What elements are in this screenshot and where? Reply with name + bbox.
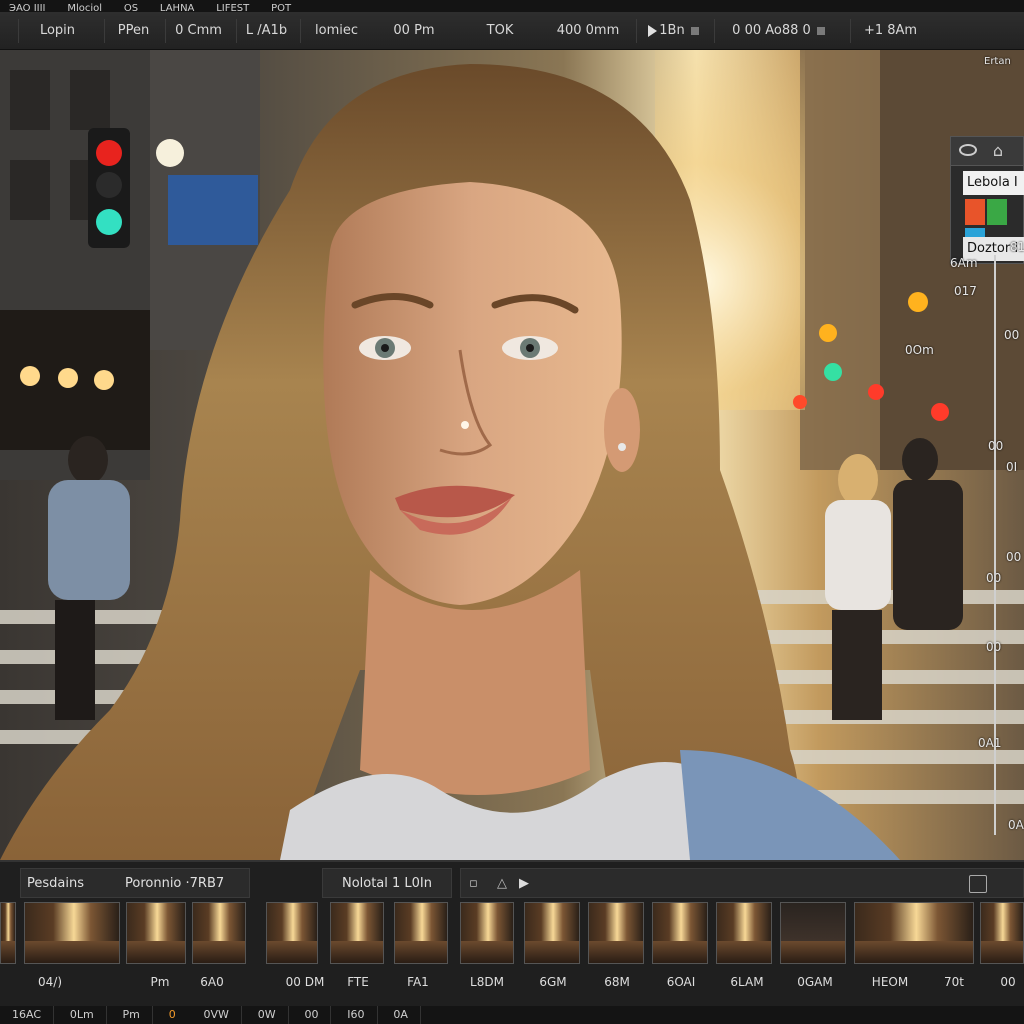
menu-item-5[interactable]: LIFEST <box>207 4 258 13</box>
thumb-label: HEOM <box>871 975 909 989</box>
filmstrip-controls: ▫ △ ▶ <box>460 868 1024 898</box>
triangle-icon[interactable]: △ <box>497 869 507 899</box>
thumb-label: 04/) <box>38 975 62 989</box>
play-icon[interactable]: ▶ <box>519 869 529 899</box>
swatch-green[interactable] <box>987 199 1007 225</box>
play-button[interactable]: 1Bn <box>636 19 710 43</box>
menu-item-4[interactable]: LAHNA <box>151 4 203 13</box>
tab-nolotal[interactable]: Nolotal 1 L0In <box>322 868 452 898</box>
swatch-orange[interactable] <box>965 199 985 225</box>
ruler-line[interactable] <box>994 255 996 835</box>
preset-button[interactable]: PPen <box>104 19 162 43</box>
thumbnail[interactable] <box>652 902 708 964</box>
thumb-label: 6GM <box>539 975 567 989</box>
thumbnail[interactable] <box>266 902 318 964</box>
thumbnail[interactable] <box>192 902 246 964</box>
expand-icon[interactable]: ▫ <box>469 869 478 899</box>
status-item[interactable]: 00 <box>292 1006 332 1024</box>
thumbnail[interactable] <box>588 902 644 964</box>
tab-poronnio[interactable]: Poronnio ·7RB7 <box>125 869 224 899</box>
thumbnail[interactable] <box>460 902 514 964</box>
thumbnail[interactable] <box>780 902 846 964</box>
thumb-label: 0GAM <box>797 975 833 989</box>
toolbar: Lopin PPen 0 Cmm L /A1b lomiec 00 Pm TOK… <box>0 12 1024 50</box>
thumb-label: 6LAM <box>730 975 764 989</box>
focal-field[interactable]: 400 0mm <box>544 19 632 43</box>
menu-item-2[interactable]: Mlociol <box>58 4 111 13</box>
filmstrip-panel: Pesdains Poronnio ·7RB7 Nolotal 1 L0In ▫… <box>0 860 1024 1006</box>
tab-pesdains[interactable]: Pesdains <box>27 869 84 899</box>
photo-illustration <box>0 50 1024 860</box>
menu-item-3[interactable]: OS <box>115 4 147 13</box>
thumb-label: 6OAI <box>666 975 696 989</box>
ok-button[interactable]: TOK <box>460 19 540 43</box>
thumb-label: 6A0 <box>200 975 224 989</box>
thumbnail[interactable] <box>394 902 448 964</box>
status-item[interactable]: 0Lm <box>58 1006 107 1024</box>
value-field-4[interactable]: 0 00 Ao88 0 <box>714 19 842 43</box>
login-button[interactable]: Lopin <box>18 19 96 43</box>
status-item[interactable]: Pm <box>111 1006 153 1024</box>
eye-icon[interactable] <box>959 144 977 156</box>
menu-bar: ЭAO IIII Mlociol OS LAHNA LIFEST POT <box>0 0 1024 12</box>
thumb-label: FA1 <box>407 975 429 989</box>
thumbnail[interactable] <box>24 902 120 964</box>
thumbnail[interactable] <box>0 902 16 964</box>
thumbnail[interactable] <box>524 902 580 964</box>
value-field-4-label: 0 00 Ao88 0 <box>732 23 811 38</box>
thumb-label: 00 <box>1000 975 1016 989</box>
play-icon <box>648 24 658 37</box>
ruler-side-3: 0I <box>1006 460 1018 474</box>
thumb-label: 70t <box>944 975 964 989</box>
thumbnail[interactable] <box>716 902 772 964</box>
thumbnail-selected[interactable] <box>854 902 974 964</box>
status-item[interactable]: 0VW <box>192 1006 242 1024</box>
value-field-1[interactable]: 0 Cmm <box>165 19 231 43</box>
thumb-label: FTE <box>347 975 369 989</box>
ruler-side-5: 0A <box>1008 818 1024 832</box>
ruler-side-2: 00 <box>1004 328 1020 342</box>
stop-icon <box>690 26 699 35</box>
thumb-label: L8DM <box>470 975 504 989</box>
ruler-side-1: 81 <box>1010 240 1024 254</box>
menu-item-6[interactable]: POT <box>262 4 300 13</box>
ruler-label-1: 6Am <box>950 256 978 270</box>
thumb-label: 00 DM <box>285 975 325 989</box>
ruler-side-4: 00 <box>1006 550 1022 564</box>
layer-label[interactable]: Lebola I <box>963 171 1024 195</box>
status-item[interactable]: 16AC <box>0 1006 55 1024</box>
value-field-2[interactable]: L /A1b <box>236 19 296 43</box>
value-field-5[interactable]: +1 8Am <box>850 19 930 43</box>
status-item[interactable]: I60 <box>335 1006 378 1024</box>
status-item-highlight[interactable]: 0 <box>157 1006 188 1024</box>
mode-button[interactable]: lomiec <box>300 19 372 43</box>
home-icon[interactable]: ⌂ <box>987 141 1009 161</box>
filmstrip-header-left: Pesdains Poronnio ·7RB7 <box>20 868 250 898</box>
value-field-3[interactable]: 00 Pm <box>378 19 450 43</box>
shield-icon[interactable] <box>969 875 987 893</box>
thumb-label: Pm <box>150 975 170 989</box>
ruler-top-label: Ertan <box>984 56 1011 67</box>
thumbnail[interactable] <box>330 902 384 964</box>
status-item[interactable]: 0W <box>246 1006 289 1024</box>
thumbnail[interactable] <box>980 902 1024 964</box>
ruler-label-3: 0Om <box>905 343 934 357</box>
square-icon <box>816 26 825 35</box>
menu-item-1[interactable]: ЭAO IIII <box>0 4 55 13</box>
thumbnail[interactable] <box>126 902 186 964</box>
ruler-label-2: 017 <box>954 284 977 298</box>
image-canvas[interactable]: ⌂ Lebola I Doztor I Ertan 6Am 017 0Om 00… <box>0 50 1024 860</box>
status-bar: 16AC 0Lm Pm 0 0VW 0W 00 I60 0A <box>0 1006 1024 1024</box>
play-label: 1Bn <box>659 23 685 38</box>
ruler-label-7: 0A1 <box>978 736 1002 750</box>
thumb-label: 68M <box>604 975 630 989</box>
status-item[interactable]: 0A <box>381 1006 421 1024</box>
color-swatches <box>965 199 1023 254</box>
